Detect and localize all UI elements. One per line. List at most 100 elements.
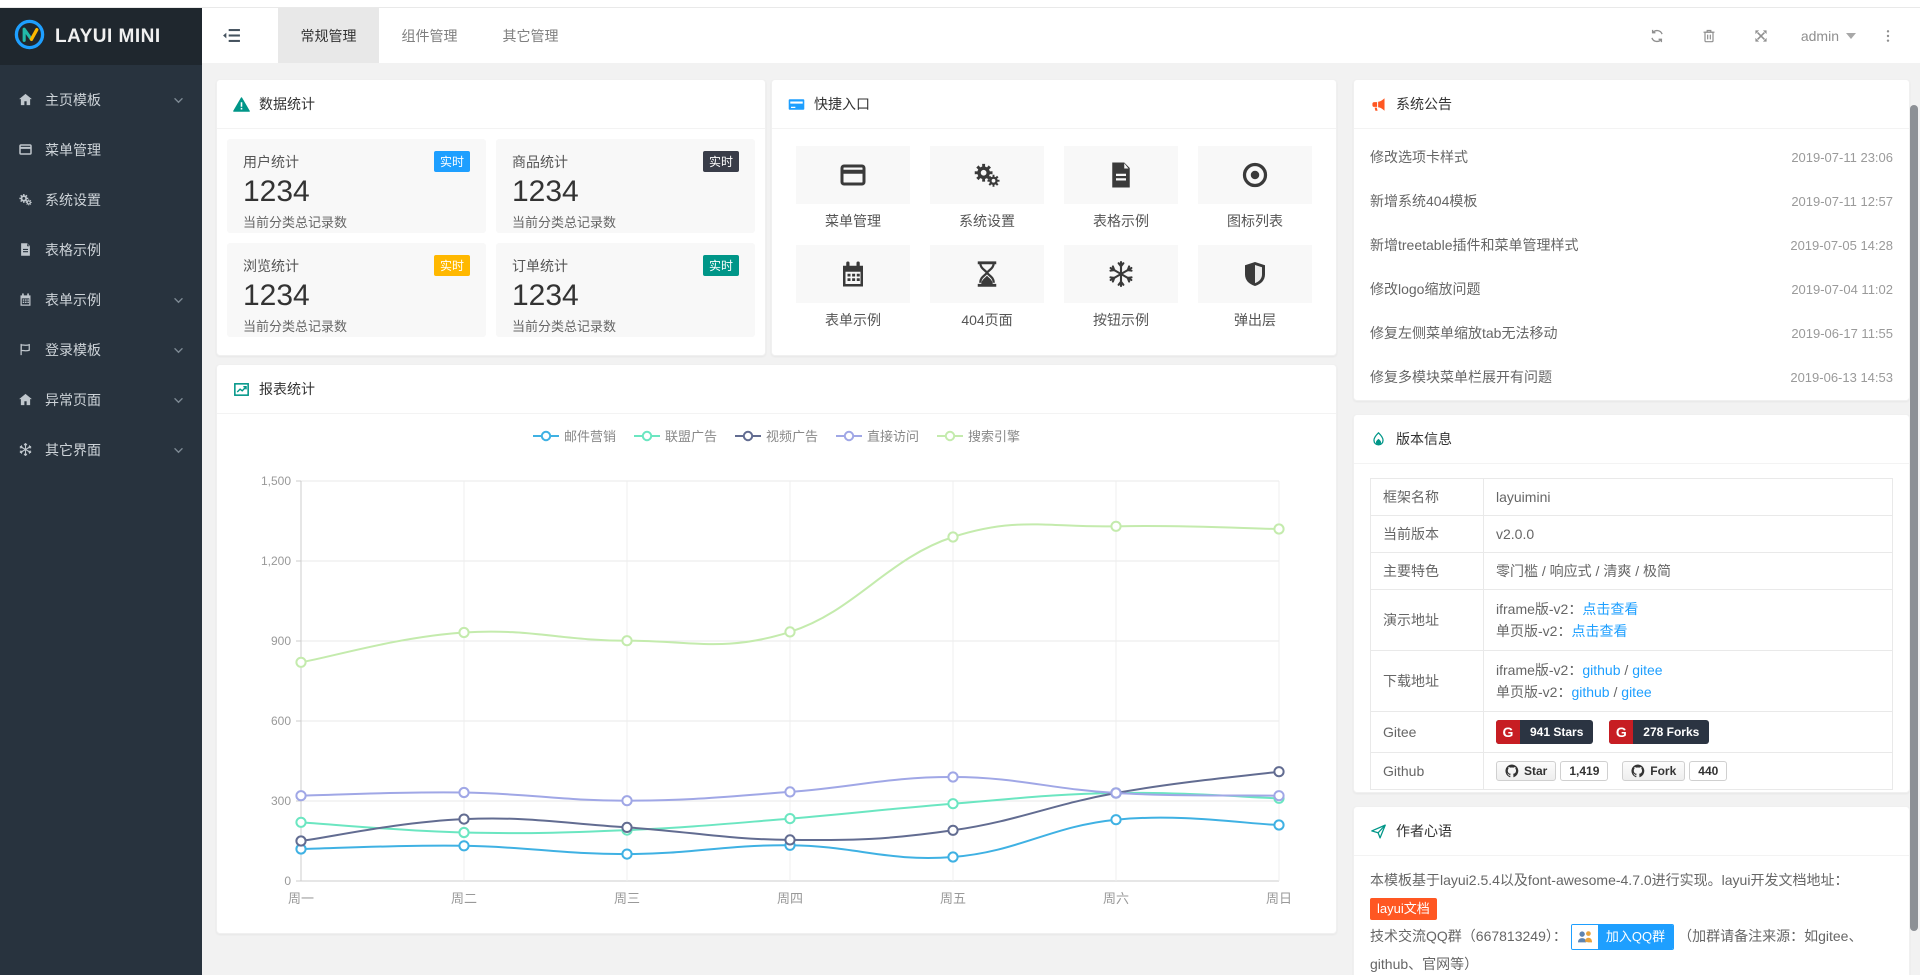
quick-tile-label: 表单示例	[796, 310, 910, 330]
legend-item-4[interactable]: 搜索引擎	[937, 426, 1020, 445]
notice-card-title: 系统公告	[1396, 94, 1452, 114]
sidebar-item-label: 其它界面	[45, 440, 101, 460]
legend-item-1[interactable]: 联盟广告	[634, 426, 717, 445]
refresh-icon[interactable]	[1631, 28, 1683, 44]
legend-marker-icon	[735, 430, 761, 442]
github-star-button[interactable]: Star	[1496, 761, 1556, 781]
status-badge: 实时	[434, 151, 470, 172]
sidebar-item-6[interactable]: 异常页面	[0, 375, 202, 425]
logo[interactable]: LAYUI MINI	[0, 8, 202, 65]
github-link[interactable]: github	[1571, 684, 1609, 700]
sidebar-item-7[interactable]: 其它界面	[0, 425, 202, 475]
version-table: 框架名称layuimini 当前版本v2.0.0 主要特色零门槛 / 响应式 /…	[1370, 478, 1893, 790]
scrollbar-thumb[interactable]	[1910, 105, 1918, 931]
version-card: 版本信息 框架名称layuimini 当前版本v2.0.0 主要特色零门槛 / …	[1353, 414, 1910, 793]
table-row: Github Star 1,419 Fork	[1371, 753, 1893, 790]
content-area: 数据统计 用户统计实时1234当前分类总记录数商品统计实时1234当前分类总记录…	[202, 63, 1920, 975]
report-card-title: 报表统计	[259, 379, 315, 399]
chevron-down-icon	[173, 397, 184, 404]
trash-icon[interactable]	[1683, 28, 1735, 44]
stats-grid: 用户统计实时1234当前分类总记录数商品统计实时1234当前分类总记录数浏览统计…	[217, 129, 765, 347]
notice-time: 2019-06-17 11:55	[1791, 326, 1893, 341]
quick-tile-label: 图标列表	[1198, 211, 1312, 231]
svg-text:周四: 周四	[777, 891, 803, 906]
notice-row-0[interactable]: 修改选项卡样式2019-07-11 23:06	[1370, 135, 1893, 179]
legend-item-2[interactable]: 视频广告	[735, 426, 818, 445]
stat-label: 用户统计	[243, 152, 299, 172]
join-qq-badge[interactable]: 加入QQ群	[1571, 924, 1674, 950]
demo-line2-prefix: 单页版-v2：	[1496, 623, 1571, 639]
sidebar-item-1[interactable]: 菜单管理	[0, 125, 202, 175]
quick-tile-2[interactable]: 表格示例	[1064, 146, 1178, 231]
quick-tile-5[interactable]: 404页面	[930, 245, 1044, 330]
notice-row-2[interactable]: 新增treetable插件和菜单管理样式2019-07-05 14:28	[1370, 223, 1893, 267]
legend-item-0[interactable]: 邮件营销	[533, 426, 616, 445]
github-fork-button[interactable]: Fork	[1622, 761, 1685, 781]
gitee-stars-badge[interactable]: G941 Stars	[1496, 720, 1593, 744]
github-fork-count[interactable]: 440	[1689, 761, 1727, 781]
svg-text:1,200: 1,200	[261, 554, 291, 568]
home-icon	[18, 392, 34, 408]
user-name: admin	[1801, 28, 1839, 44]
notice-row-4[interactable]: 修复左侧菜单缩放tab无法移动2019-06-17 11:55	[1370, 311, 1893, 355]
gitee-link[interactable]: gitee	[1621, 684, 1651, 700]
stat-caption: 当前分类总记录数	[512, 316, 739, 335]
quick-tile-4[interactable]: 表单示例	[796, 245, 910, 330]
notice-text: 修改logo缩放问题	[1370, 279, 1480, 299]
notice-row-3[interactable]: 修改logo缩放问题2019-07-04 11:02	[1370, 267, 1893, 311]
line-chart: 03006009001,2001,500周一周二周三周四周五周六周日	[217, 445, 1336, 933]
quick-tile-6[interactable]: 按钮示例	[1064, 245, 1178, 330]
quick-tile-1[interactable]: 系统设置	[930, 146, 1044, 231]
calendar-icon	[18, 292, 34, 308]
quick-tile-label: 弹出层	[1198, 310, 1312, 330]
demo-link[interactable]: 点击查看	[1571, 623, 1627, 639]
tab-0[interactable]: 常规管理	[278, 8, 379, 63]
snowflake-icon	[18, 442, 34, 458]
stat-caption: 当前分类总记录数	[243, 316, 470, 335]
notice-time: 2019-07-05 14:28	[1790, 238, 1893, 253]
menu-collapse-button[interactable]	[202, 28, 260, 43]
chevron-down-icon	[173, 297, 184, 304]
gitee-logo-icon: G	[1609, 720, 1633, 744]
stats-card: 数据统计 用户统计实时1234当前分类总记录数商品统计实时1234当前分类总记录…	[216, 79, 766, 356]
demo-line1-prefix: iframe版-v2：	[1496, 601, 1582, 617]
legend-item-3[interactable]: 直接访问	[836, 426, 919, 445]
gitee-link[interactable]: gitee	[1632, 662, 1662, 678]
chevron-down-icon	[173, 347, 184, 354]
stat-box-0: 用户统计实时1234当前分类总记录数	[227, 139, 486, 233]
sidebar-item-5[interactable]: 登录模板	[0, 325, 202, 375]
sidebar-item-4[interactable]: 表单示例	[0, 275, 202, 325]
github-star-count[interactable]: 1,419	[1560, 761, 1608, 781]
more-menu-icon[interactable]	[1870, 28, 1906, 44]
svg-text:周日: 周日	[1266, 891, 1292, 906]
tab-1[interactable]: 组件管理	[379, 8, 480, 63]
fullscreen-icon[interactable]	[1735, 28, 1787, 44]
sidebar-item-0[interactable]: 主页模板	[0, 75, 202, 125]
stat-value: 1234	[243, 175, 470, 209]
stat-label: 商品统计	[512, 152, 568, 172]
quick-grid: 菜单管理系统设置表格示例图标列表表单示例 404页面按钮示例弹出层	[772, 129, 1336, 347]
tab-2[interactable]: 其它管理	[480, 8, 581, 63]
svg-text:周五: 周五	[940, 891, 966, 906]
demo-link[interactable]: 点击查看	[1582, 601, 1638, 617]
layui-doc-badge[interactable]: layui文档	[1370, 898, 1437, 920]
quick-tile-7[interactable]: 弹出层	[1198, 245, 1312, 330]
sidebar-item-3[interactable]: 表格示例	[0, 225, 202, 275]
svg-text:周三: 周三	[614, 891, 640, 906]
dot-circle-icon	[1198, 146, 1312, 204]
sidebar-item-2[interactable]: 系统设置	[0, 175, 202, 225]
notice-row-5[interactable]: 修复多模块菜单栏展开有问题2019-06-13 14:53	[1370, 355, 1893, 399]
stat-caption: 当前分类总记录数	[512, 212, 739, 231]
notice-row-1[interactable]: 新增系统404模板2019-07-11 12:57	[1370, 179, 1893, 223]
quick-tile-3[interactable]: 图标列表	[1198, 146, 1312, 231]
logo-title: LAYUI MINI	[55, 26, 161, 48]
github-link[interactable]: github	[1582, 662, 1620, 678]
user-menu[interactable]: admin	[1801, 28, 1856, 44]
gitee-forks-badge[interactable]: G278 Forks	[1609, 720, 1709, 744]
notice-time: 2019-07-11 23:06	[1791, 150, 1893, 165]
quick-tile-0[interactable]: 菜单管理	[796, 146, 910, 231]
link-separator: /	[1610, 684, 1622, 700]
svg-text:300: 300	[271, 794, 291, 808]
quick-card-title: 快捷入口	[814, 94, 870, 114]
sidebar-item-label: 异常页面	[45, 390, 101, 410]
